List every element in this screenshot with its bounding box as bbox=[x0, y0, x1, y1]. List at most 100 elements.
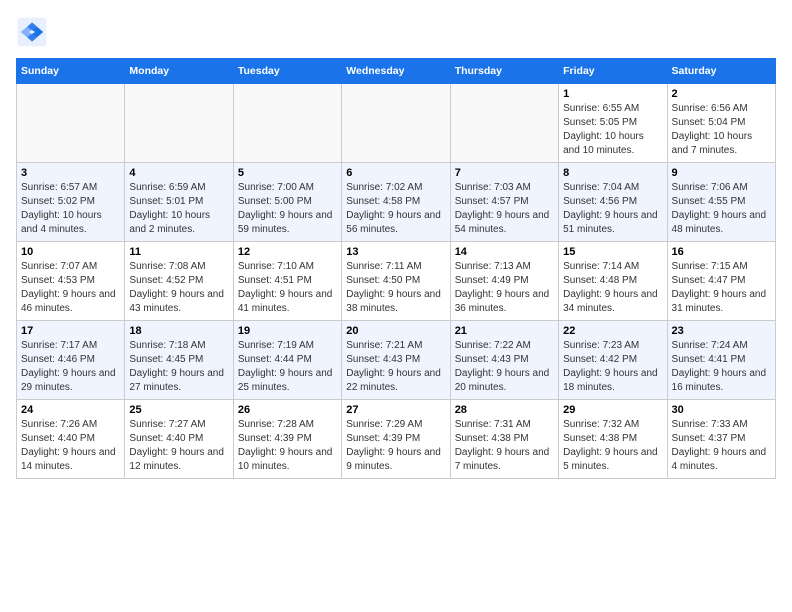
calendar-cell: 20 Sunrise: 7:21 AM Sunset: 4:43 PM Dayli… bbox=[342, 321, 450, 400]
day-header-saturday: Saturday bbox=[667, 59, 775, 84]
day-info: Sunrise: 7:31 AM Sunset: 4:38 PM Dayligh… bbox=[455, 418, 554, 474]
day-info: Sunrise: 7:26 AM Sunset: 4:40 PM Dayligh… bbox=[21, 418, 120, 474]
day-info: Sunrise: 6:57 AM Sunset: 5:02 PM Dayligh… bbox=[21, 181, 120, 237]
day-number: 30 bbox=[672, 404, 771, 416]
calendar-cell: 15 Sunrise: 7:14 AM Sunset: 4:48 PM Dayli… bbox=[559, 242, 667, 321]
calendar-cell: 21Sunrise: 7:22 AM Sunset: 4:43 PM Dayli… bbox=[450, 321, 558, 400]
day-number: 6 bbox=[346, 167, 445, 179]
day-number: 15 bbox=[563, 246, 662, 258]
day-header-thursday: Thursday bbox=[450, 59, 558, 84]
calendar-week-row: 10 Sunrise: 7:07 AM Sunset: 4:53 PM Dayli… bbox=[17, 242, 776, 321]
day-number: 4 bbox=[129, 167, 228, 179]
day-number: 24 bbox=[21, 404, 120, 416]
calendar-cell: 18 Sunrise: 7:18 AM Sunset: 4:45 PM Dayli… bbox=[125, 321, 233, 400]
day-info: Sunrise: 7:15 AM Sunset: 4:47 PM Dayligh… bbox=[672, 260, 771, 316]
page-header bbox=[16, 16, 776, 48]
calendar-cell: 8 Sunrise: 7:04 AM Sunset: 4:56 PM Daylig… bbox=[559, 163, 667, 242]
day-number: 7 bbox=[455, 167, 554, 179]
day-info: Sunrise: 7:08 AM Sunset: 4:52 PM Dayligh… bbox=[129, 260, 228, 316]
day-info: Sunrise: 7:03 AM Sunset: 4:57 PM Dayligh… bbox=[455, 181, 554, 237]
calendar-cell: 11 Sunrise: 7:08 AM Sunset: 4:52 PM Dayli… bbox=[125, 242, 233, 321]
calendar-cell bbox=[17, 84, 125, 163]
day-info: Sunrise: 7:14 AM Sunset: 4:48 PM Dayligh… bbox=[563, 260, 662, 316]
calendar-cell bbox=[233, 84, 341, 163]
calendar-cell bbox=[342, 84, 450, 163]
day-info: Sunrise: 7:18 AM Sunset: 4:45 PM Dayligh… bbox=[129, 339, 228, 395]
day-number: 3 bbox=[21, 167, 120, 179]
calendar-cell: 22 Sunrise: 7:23 AM Sunset: 4:42 PM Dayli… bbox=[559, 321, 667, 400]
day-info: Sunrise: 7:11 AM Sunset: 4:50 PM Dayligh… bbox=[346, 260, 445, 316]
day-number: 25 bbox=[129, 404, 228, 416]
logo bbox=[16, 16, 52, 48]
calendar-cell bbox=[125, 84, 233, 163]
day-info: Sunrise: 7:07 AM Sunset: 4:53 PM Dayligh… bbox=[21, 260, 120, 316]
day-number: 9 bbox=[672, 167, 771, 179]
day-number: 2 bbox=[672, 88, 771, 100]
calendar-cell bbox=[450, 84, 558, 163]
day-number: 5 bbox=[238, 167, 337, 179]
day-info: Sunrise: 7:06 AM Sunset: 4:55 PM Dayligh… bbox=[672, 181, 771, 237]
day-info: Sunrise: 7:10 AM Sunset: 4:51 PM Dayligh… bbox=[238, 260, 337, 316]
day-number: 18 bbox=[129, 325, 228, 337]
calendar-header-row: SundayMondayTuesdayWednesdayThursdayFrid… bbox=[17, 59, 776, 84]
day-info: Sunrise: 7:32 AM Sunset: 4:38 PM Dayligh… bbox=[563, 418, 662, 474]
day-header-sunday: Sunday bbox=[17, 59, 125, 84]
calendar-cell: 3 Sunrise: 6:57 AM Sunset: 5:02 PM Daylig… bbox=[17, 163, 125, 242]
day-number: 20 bbox=[346, 325, 445, 337]
calendar-cell: 23Sunrise: 7:24 AM Sunset: 4:41 PM Dayli… bbox=[667, 321, 775, 400]
calendar-week-row: 3 Sunrise: 6:57 AM Sunset: 5:02 PM Daylig… bbox=[17, 163, 776, 242]
calendar-cell: 29Sunrise: 7:32 AM Sunset: 4:38 PM Dayli… bbox=[559, 400, 667, 479]
day-info: Sunrise: 6:56 AM Sunset: 5:04 PM Dayligh… bbox=[672, 102, 771, 158]
day-info: Sunrise: 6:59 AM Sunset: 5:01 PM Dayligh… bbox=[129, 181, 228, 237]
day-number: 13 bbox=[346, 246, 445, 258]
day-info: Sunrise: 7:33 AM Sunset: 4:37 PM Dayligh… bbox=[672, 418, 771, 474]
calendar-cell: 28 Sunrise: 7:31 AM Sunset: 4:38 PM Dayli… bbox=[450, 400, 558, 479]
day-number: 23 bbox=[672, 325, 771, 337]
day-info: Sunrise: 7:04 AM Sunset: 4:56 PM Dayligh… bbox=[563, 181, 662, 237]
calendar-cell: 12Sunrise: 7:10 AM Sunset: 4:51 PM Dayli… bbox=[233, 242, 341, 321]
calendar-cell: 14Sunrise: 7:13 AM Sunset: 4:49 PM Dayli… bbox=[450, 242, 558, 321]
day-number: 11 bbox=[129, 246, 228, 258]
day-number: 1 bbox=[563, 88, 662, 100]
calendar-cell: 6 Sunrise: 7:02 AM Sunset: 4:58 PM Daylig… bbox=[342, 163, 450, 242]
day-number: 16 bbox=[672, 246, 771, 258]
day-info: Sunrise: 7:23 AM Sunset: 4:42 PM Dayligh… bbox=[563, 339, 662, 395]
calendar-cell: 26 Sunrise: 7:28 AM Sunset: 4:39 PM Dayli… bbox=[233, 400, 341, 479]
day-number: 22 bbox=[563, 325, 662, 337]
day-header-wednesday: Wednesday bbox=[342, 59, 450, 84]
logo-icon bbox=[16, 16, 48, 48]
calendar-cell: 13 Sunrise: 7:11 AM Sunset: 4:50 PM Dayli… bbox=[342, 242, 450, 321]
calendar-week-row: 1 Sunrise: 6:55 AM Sunset: 5:05 PM Daylig… bbox=[17, 84, 776, 163]
day-info: Sunrise: 7:02 AM Sunset: 4:58 PM Dayligh… bbox=[346, 181, 445, 237]
day-info: Sunrise: 7:28 AM Sunset: 4:39 PM Dayligh… bbox=[238, 418, 337, 474]
calendar-cell: 10 Sunrise: 7:07 AM Sunset: 4:53 PM Dayli… bbox=[17, 242, 125, 321]
day-number: 8 bbox=[563, 167, 662, 179]
calendar-cell: 1 Sunrise: 6:55 AM Sunset: 5:05 PM Daylig… bbox=[559, 84, 667, 163]
calendar-cell: 4 Sunrise: 6:59 AM Sunset: 5:01 PM Daylig… bbox=[125, 163, 233, 242]
calendar-cell: 27Sunrise: 7:29 AM Sunset: 4:39 PM Dayli… bbox=[342, 400, 450, 479]
calendar-cell: 30 Sunrise: 7:33 AM Sunset: 4:37 PM Dayli… bbox=[667, 400, 775, 479]
day-number: 19 bbox=[238, 325, 337, 337]
calendar-cell: 17 Sunrise: 7:17 AM Sunset: 4:46 PM Dayli… bbox=[17, 321, 125, 400]
day-info: Sunrise: 7:21 AM Sunset: 4:43 PM Dayligh… bbox=[346, 339, 445, 395]
calendar-cell: 19 Sunrise: 7:19 AM Sunset: 4:44 PM Dayli… bbox=[233, 321, 341, 400]
day-number: 26 bbox=[238, 404, 337, 416]
day-info: Sunrise: 7:22 AM Sunset: 4:43 PM Dayligh… bbox=[455, 339, 554, 395]
day-number: 28 bbox=[455, 404, 554, 416]
day-number: 10 bbox=[21, 246, 120, 258]
day-header-tuesday: Tuesday bbox=[233, 59, 341, 84]
day-info: Sunrise: 7:17 AM Sunset: 4:46 PM Dayligh… bbox=[21, 339, 120, 395]
day-header-monday: Monday bbox=[125, 59, 233, 84]
calendar-cell: 7 Sunrise: 7:03 AM Sunset: 4:57 PM Daylig… bbox=[450, 163, 558, 242]
day-number: 17 bbox=[21, 325, 120, 337]
calendar-week-row: 24 Sunrise: 7:26 AM Sunset: 4:40 PM Dayli… bbox=[17, 400, 776, 479]
calendar-cell: 24 Sunrise: 7:26 AM Sunset: 4:40 PM Dayli… bbox=[17, 400, 125, 479]
calendar-cell: 25Sunrise: 7:27 AM Sunset: 4:40 PM Dayli… bbox=[125, 400, 233, 479]
day-info: Sunrise: 7:00 AM Sunset: 5:00 PM Dayligh… bbox=[238, 181, 337, 237]
day-info: Sunrise: 6:55 AM Sunset: 5:05 PM Dayligh… bbox=[563, 102, 662, 158]
calendar-cell: 5 Sunrise: 7:00 AM Sunset: 5:00 PM Daylig… bbox=[233, 163, 341, 242]
calendar-week-row: 17 Sunrise: 7:17 AM Sunset: 4:46 PM Dayli… bbox=[17, 321, 776, 400]
calendar-cell: 9 Sunrise: 7:06 AM Sunset: 4:55 PM Daylig… bbox=[667, 163, 775, 242]
day-info: Sunrise: 7:19 AM Sunset: 4:44 PM Dayligh… bbox=[238, 339, 337, 395]
day-number: 27 bbox=[346, 404, 445, 416]
